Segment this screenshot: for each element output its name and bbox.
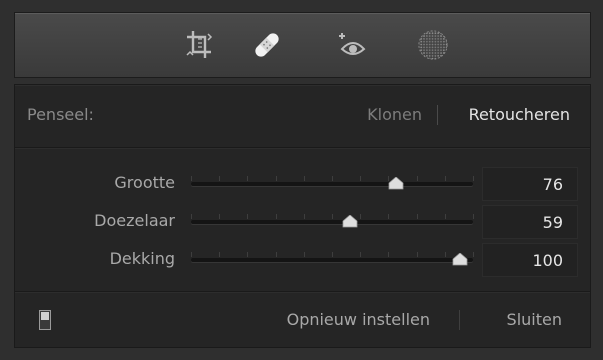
mode-clone-button[interactable]: Klonen [367, 105, 422, 124]
slider-opacity-row: Dekking 100 [15, 241, 590, 277]
slider-tick [473, 214, 474, 219]
slider-tick [247, 252, 249, 257]
slider-label: Dekking [109, 249, 175, 268]
slider-tick [332, 176, 333, 181]
red-eye-icon[interactable] [337, 29, 369, 61]
slider-tick [247, 214, 249, 219]
slider-tick [388, 214, 390, 219]
slider-value: 76 [542, 175, 563, 194]
slider-tick [444, 176, 446, 181]
slider-label: Grootte [114, 173, 175, 192]
slider-tick [416, 214, 418, 219]
slider-tick [473, 252, 474, 257]
slider-size-thumb[interactable] [388, 175, 404, 190]
slider-opacity-value-box[interactable]: 100 [482, 243, 578, 277]
slider-tick [191, 214, 192, 219]
slider-tick [219, 176, 221, 181]
slider-size-row: Grootte 76 [15, 165, 590, 201]
panel-toggle-switch[interactable] [39, 310, 51, 330]
slider-tick [473, 176, 474, 181]
close-button[interactable]: Sluiten [507, 310, 562, 329]
slider-tick [332, 252, 333, 257]
slider-feather-value-box[interactable]: 59 [482, 205, 578, 239]
radial-filter-icon[interactable] [417, 29, 449, 61]
crop-rotate-icon[interactable] [183, 29, 215, 61]
slider-value: 59 [542, 213, 563, 232]
footer-separator [459, 310, 460, 330]
slider-tick [444, 214, 446, 219]
slider-size-value-box[interactable]: 76 [482, 167, 578, 201]
slider-feather-row: Doezelaar 59 [15, 203, 590, 239]
bandage-heal-icon[interactable] [251, 29, 283, 61]
slider-tick [219, 214, 221, 219]
panel-footer: Opnieuw instellen Sluiten [15, 291, 590, 348]
slider-tick [275, 214, 277, 219]
mode-separator [437, 105, 438, 125]
slider-feather-thumb[interactable] [342, 213, 358, 228]
slider-tick [191, 176, 192, 181]
spot-removal-panel: Penseel: Klonen Retoucheren Grootte 76 D… [0, 0, 603, 360]
slider-tick [360, 214, 362, 219]
slider-feather-track[interactable] [191, 220, 473, 224]
slider-tick [303, 176, 305, 181]
slider-tick [191, 252, 192, 257]
slider-size-track[interactable] [191, 182, 473, 186]
slider-tick [303, 214, 305, 219]
tool-strip [14, 12, 591, 78]
slider-tick [360, 252, 362, 257]
slider-tick [416, 176, 418, 181]
slider-value: 100 [532, 251, 563, 270]
slider-tick [444, 252, 446, 257]
reset-button[interactable]: Opnieuw instellen [287, 310, 430, 329]
brush-settings: Penseel: Klonen Retoucheren Grootte 76 D… [14, 84, 591, 348]
slider-tick [219, 252, 221, 257]
slider-tick [275, 176, 277, 181]
slider-tick [303, 252, 305, 257]
brush-mode-row: Penseel: Klonen Retoucheren [15, 85, 590, 148]
slider-tick [388, 252, 390, 257]
slider-opacity-thumb[interactable] [452, 251, 468, 266]
mode-heal-button[interactable]: Retoucheren [469, 105, 570, 124]
slider-opacity-track[interactable] [191, 258, 473, 262]
slider-tick [275, 252, 277, 257]
slider-label: Doezelaar [94, 211, 175, 230]
slider-tick [360, 176, 362, 181]
slider-tick [332, 214, 333, 219]
slider-tick [416, 252, 418, 257]
slider-tick [247, 176, 249, 181]
brush-label: Penseel: [27, 105, 94, 124]
toggle-knob [41, 312, 49, 320]
